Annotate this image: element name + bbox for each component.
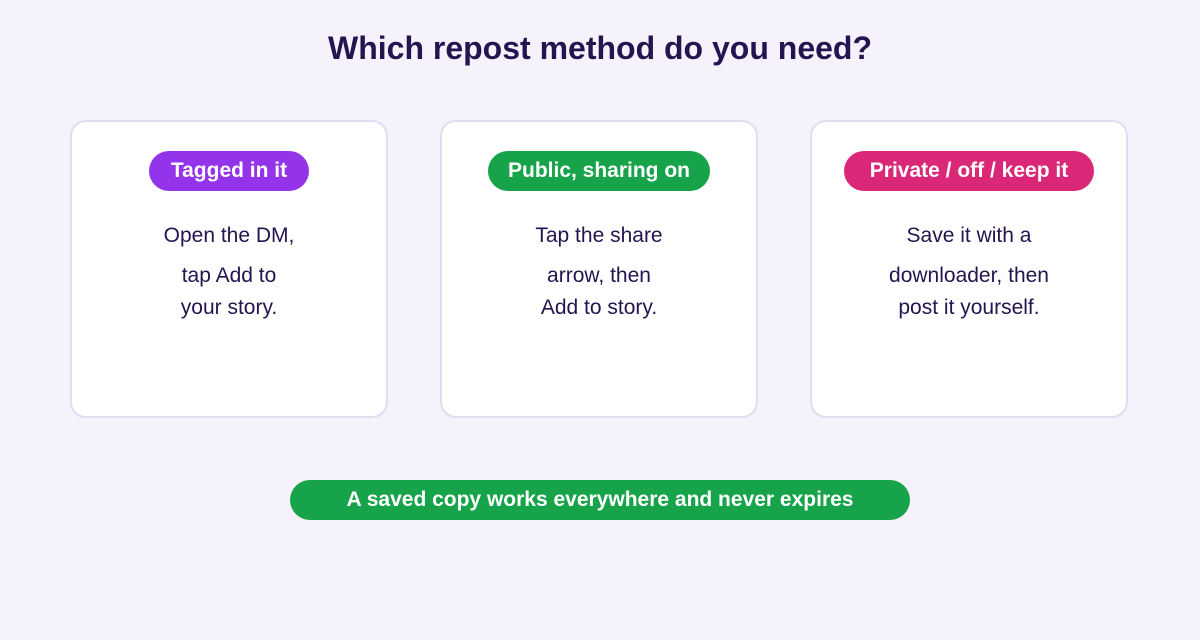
method-card-tagged: Tagged in it Open the DM, tap Add to you… (70, 120, 388, 418)
instruction-line: downloader, then (889, 264, 1049, 287)
public-badge: Public, sharing on (487, 151, 711, 191)
instruction-line: your story. (180, 296, 278, 319)
instruction-line: Save it with a (906, 224, 1032, 247)
public-instructions: Tap the share arrow, then Add to story. (442, 220, 756, 324)
tagged-badge: Tagged in it (149, 151, 309, 191)
instruction-line: Tap the share (535, 224, 663, 247)
instruction-line: Add to story. (540, 296, 658, 319)
page-title: Which repost method do you need? (328, 30, 872, 66)
method-card-private: Private / off / keep it Save it with a d… (810, 120, 1128, 418)
tagged-instructions: Open the DM, tap Add to your story. (72, 220, 386, 324)
instruction-line: Open the DM, (163, 224, 295, 247)
private-badge: Private / off / keep it (844, 151, 1094, 191)
method-card-public: Public, sharing on Tap the share arrow, … (440, 120, 758, 418)
footer-banner: A saved copy works everywhere and never … (290, 480, 910, 520)
instruction-line: arrow, then (547, 264, 651, 287)
instruction-line: tap Add to (181, 264, 277, 287)
private-instructions: Save it with a downloader, then post it … (812, 220, 1126, 324)
instruction-line: post it yourself. (898, 296, 1040, 319)
